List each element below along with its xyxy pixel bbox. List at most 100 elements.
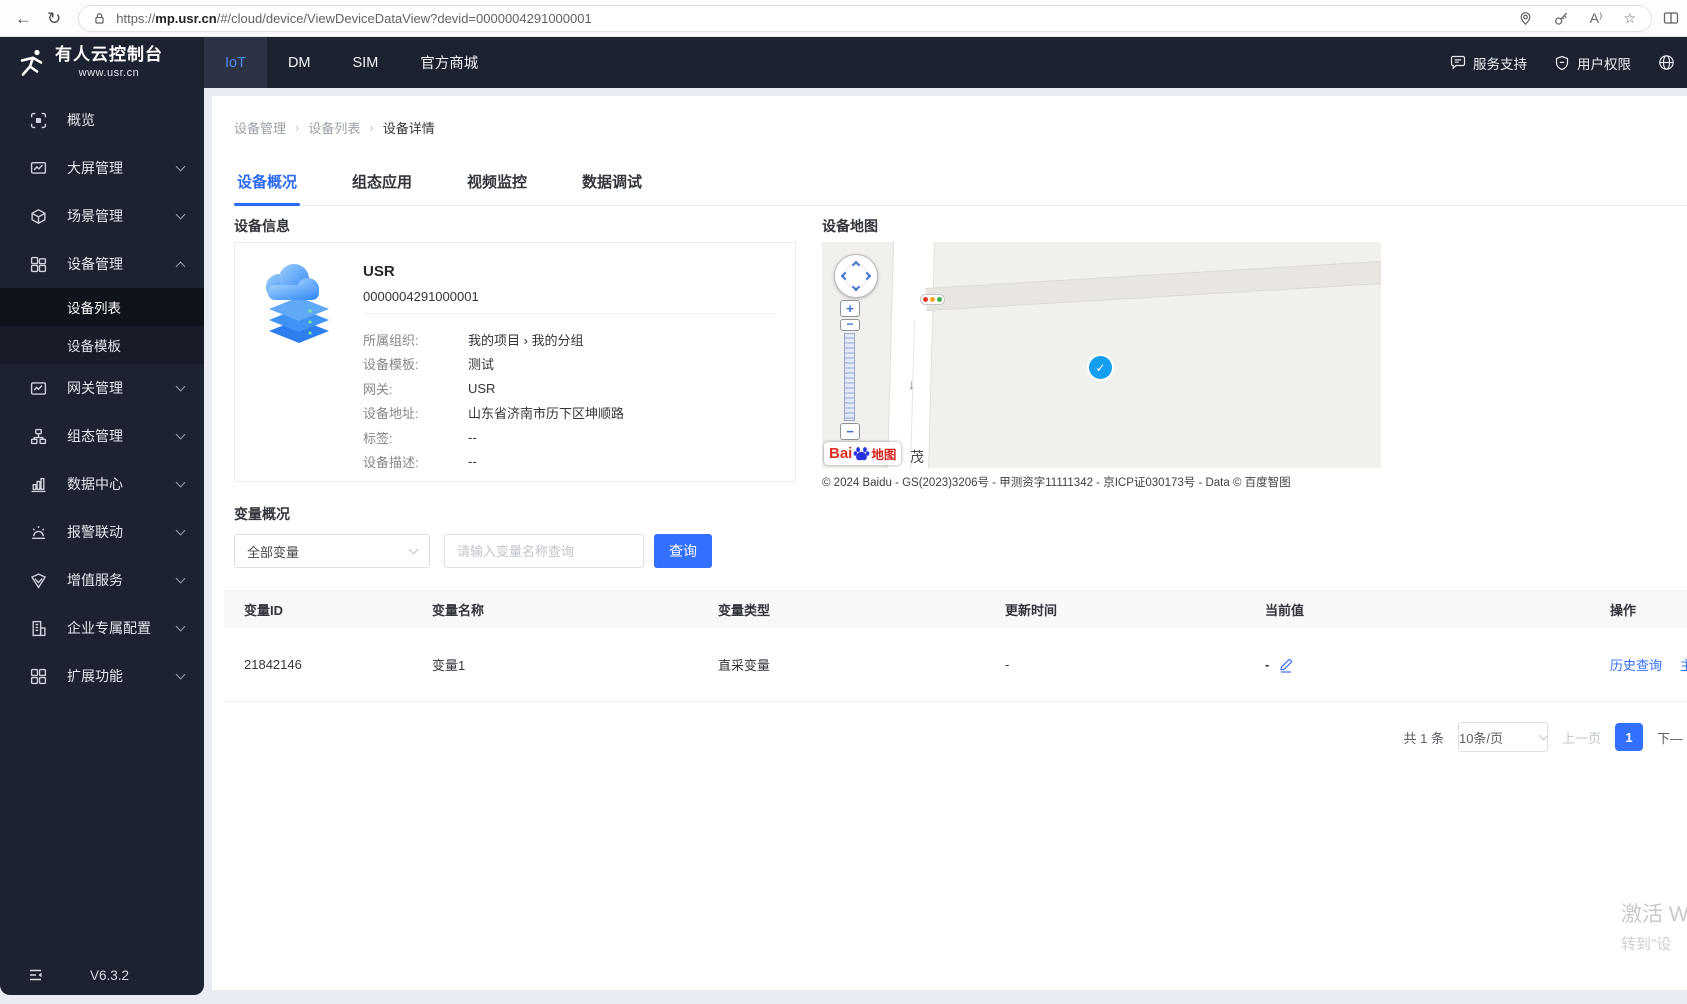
- query-button[interactable]: 查询: [654, 534, 712, 568]
- sidebar-item-device-template[interactable]: 设备模板: [0, 326, 204, 364]
- device-grid-icon: [30, 256, 47, 273]
- usr-logo-icon: [16, 48, 46, 78]
- pan-left-icon[interactable]: [840, 271, 850, 281]
- prev-page-button[interactable]: 上一页: [1562, 728, 1601, 747]
- split-screen-icon[interactable]: [1663, 10, 1679, 26]
- nav-item-mall[interactable]: 官方商城: [399, 37, 499, 88]
- zoom-out-button[interactable]: −: [840, 423, 860, 440]
- pan-down-icon[interactable]: [851, 282, 861, 292]
- chevron-up-icon: [175, 261, 186, 272]
- sidebar-item-extension[interactable]: 扩展功能: [0, 652, 204, 700]
- pan-up-icon[interactable]: [851, 260, 861, 270]
- nav-item-dm[interactable]: DM: [267, 37, 332, 88]
- read-aloud-icon[interactable]: A⁾: [1590, 11, 1603, 25]
- variable-type-select[interactable]: 全部变量: [234, 534, 430, 568]
- tab-device-overview[interactable]: 设备概况: [234, 155, 301, 206]
- url-path: /#/cloud/device/ViewDeviceDataView?devid…: [216, 10, 592, 26]
- sidebar-item-vas[interactable]: 增值服务: [0, 556, 204, 604]
- collapse-sidebar-button[interactable]: [28, 967, 44, 983]
- sidebar-item-enterprise[interactable]: 企业专属配置: [0, 604, 204, 652]
- service-support[interactable]: 服务支持: [1450, 53, 1527, 73]
- location-icon[interactable]: [1518, 11, 1533, 26]
- field-value: 我的项目 › 我的分组: [468, 332, 584, 348]
- variables-table: 变量ID 变量名称 变量类型 更新时间 当前值 操作 21842146 变量1 …: [224, 590, 1687, 702]
- map-road-diagonal: [925, 259, 1381, 311]
- breadcrumb: 设备管理 › 设备列表 › 设备详情: [234, 96, 1687, 137]
- pan-right-icon[interactable]: [862, 271, 872, 281]
- zoom-in-button[interactable]: +: [840, 300, 860, 317]
- tab-scada-app[interactable]: 组态应用: [349, 155, 415, 205]
- field-label: 设备模板:: [363, 357, 419, 373]
- sidebar-item-label: 增值服务: [67, 572, 123, 588]
- field-value: --: [468, 429, 477, 445]
- sidebar-item-datacenter[interactable]: 数据中心: [0, 460, 204, 508]
- lock-icon: [92, 11, 107, 26]
- field-value: USR: [468, 380, 496, 396]
- password-key-icon[interactable]: [1554, 11, 1569, 26]
- shield-icon: [1554, 55, 1570, 71]
- history-query-link[interactable]: 历史查询: [1610, 655, 1662, 674]
- globe-icon[interactable]: [1658, 54, 1675, 71]
- service-support-label: 服务支持: [1473, 56, 1527, 72]
- map-road-vertical: [886, 242, 936, 468]
- map-pan-control[interactable]: [834, 254, 878, 298]
- sidebar-item-scada[interactable]: 组态管理: [0, 412, 204, 460]
- sidebar-item-device-list[interactable]: 设备列表: [0, 288, 204, 326]
- column-current-value: 当前值: [1265, 603, 1305, 618]
- column-variable-type: 变量类型: [718, 603, 771, 618]
- baidu-logo-map-text: 地图: [871, 448, 897, 462]
- sidebar-item-label: 大屏管理: [67, 160, 123, 176]
- user-permission-label: 用户权限: [1577, 56, 1631, 72]
- sidebar-item-label: 企业专属配置: [67, 620, 151, 636]
- brand-title: 有人云控制台: [55, 45, 163, 65]
- column-update-time: 更新时间: [1005, 603, 1058, 618]
- tab-video-monitor[interactable]: 视频监控: [464, 155, 530, 205]
- baidu-maps-logo[interactable]: Bai 地图: [824, 442, 902, 465]
- device-location-marker[interactable]: ✓: [1089, 356, 1112, 379]
- table-header: 变量ID 变量名称 变量类型 更新时间 当前值 操作: [224, 590, 1687, 628]
- overview-icon: [30, 112, 47, 129]
- brand-logo[interactable]: 有人云控制台 www.usr.cn: [0, 37, 204, 88]
- field-value: 测试: [468, 357, 495, 373]
- field-label: 标签:: [363, 430, 393, 446]
- chevron-down-icon: [175, 209, 186, 219]
- sidebar-item-alarm[interactable]: 报警联动: [0, 508, 204, 556]
- next-page-button[interactable]: 下—: [1657, 728, 1683, 747]
- device-map-title: 设备地图: [822, 218, 878, 234]
- edit-pencil-icon[interactable]: [1278, 657, 1294, 673]
- divider: [363, 313, 777, 314]
- zoom-slider-handle[interactable]: −: [840, 318, 860, 331]
- url-bar[interactable]: https://mp.usr.cn/#/cloud/device/ViewDev…: [78, 4, 1652, 32]
- map-road-label: 茂: [910, 449, 924, 465]
- clipped-action-link[interactable]: 主: [1680, 655, 1687, 674]
- field-gateway: 网关: USR: [363, 376, 783, 401]
- tab-data-debug[interactable]: 数据调试: [579, 155, 645, 205]
- nav-item-iot[interactable]: IoT: [204, 37, 267, 88]
- traffic-light-icon: [920, 294, 945, 305]
- cell-current-value: -: [1265, 657, 1610, 673]
- breadcrumb-device-management[interactable]: 设备管理: [234, 118, 286, 137]
- breadcrumb-device-list[interactable]: 设备列表: [308, 118, 360, 137]
- page-size-select[interactable]: 10条/页: [1457, 722, 1549, 752]
- sidebar-item-gateway[interactable]: 网关管理: [0, 364, 204, 412]
- nav-item-sim[interactable]: SIM: [332, 37, 400, 88]
- sidebar-item-bigscreen[interactable]: 大屏管理: [0, 144, 204, 192]
- sidebar-item-device[interactable]: 设备管理: [0, 240, 204, 288]
- page-1-button[interactable]: 1: [1614, 723, 1643, 751]
- variable-search-input[interactable]: [444, 534, 644, 568]
- sidebar-item-scene[interactable]: 场景管理: [0, 192, 204, 240]
- sidebar-item-overview[interactable]: 概览: [0, 96, 204, 144]
- map-attribution: © 2024 Baidu - GS(2023)3206号 - 甲测资字11111…: [822, 477, 1291, 489]
- user-permission[interactable]: 用户权限: [1554, 53, 1631, 73]
- sidebar: 概览 大屏管理 场景管理 设备管理 设备列表 设备模板 网关管理 组态管理 数据…: [0, 88, 204, 995]
- refresh-button[interactable]: ↻: [47, 10, 61, 27]
- favorite-star-icon[interactable]: ☆: [1623, 11, 1636, 25]
- zoom-slider-track[interactable]: [844, 333, 855, 421]
- browser-bar: ← ↻ https://mp.usr.cn/#/cloud/device/Vie…: [0, 0, 1687, 37]
- back-button[interactable]: ←: [15, 10, 32, 27]
- field-label: 网关:: [363, 381, 393, 397]
- field-tags: 标签: --: [363, 425, 783, 450]
- map-canvas[interactable]: + − − ↓ ✓ Bai 地图 茂: [822, 242, 1381, 468]
- version-label: V6.3.2: [90, 967, 130, 983]
- field-value: --: [468, 454, 477, 470]
